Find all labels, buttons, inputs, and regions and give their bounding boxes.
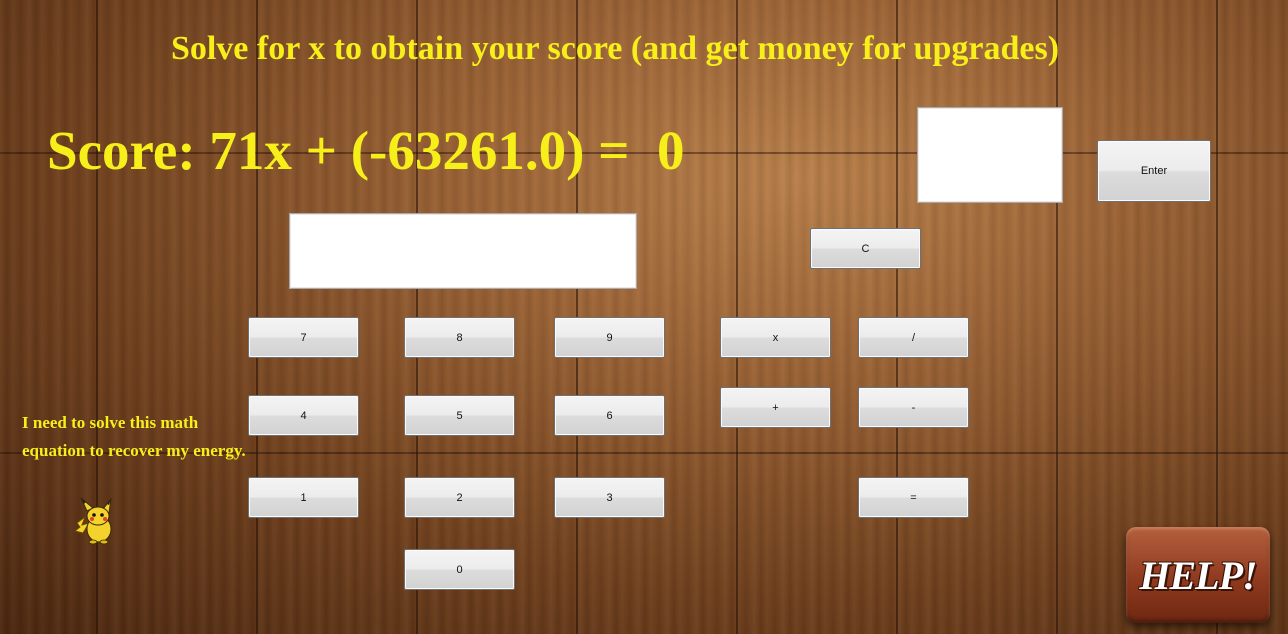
digit-5-button[interactable]: 5 (404, 395, 515, 436)
minus-button[interactable]: - (858, 387, 969, 428)
multiply-button[interactable]: x (720, 317, 831, 358)
digit-4-button[interactable]: 4 (248, 395, 359, 436)
help-label: HELP! (1139, 552, 1257, 598)
equals-button[interactable]: = (858, 477, 969, 518)
digit-8-button[interactable]: 8 (404, 317, 515, 358)
plus-button[interactable]: + (720, 387, 831, 428)
digit-2-button[interactable]: 2 (404, 477, 515, 518)
enter-button[interactable]: Enter (1097, 140, 1211, 202)
digit-1-button[interactable]: 1 (248, 477, 359, 518)
digit-3-button[interactable]: 3 (554, 477, 665, 518)
score-equation: Score: 71x + (-63261.0) = 0 (47, 120, 685, 181)
help-button[interactable]: HELP! (1126, 527, 1270, 623)
pikachu-icon (73, 497, 119, 545)
digit-6-button[interactable]: 6 (554, 395, 665, 436)
hint-text: I need to solve this math equation to re… (22, 413, 246, 460)
answer-input[interactable] (917, 107, 1063, 203)
digit-7-button[interactable]: 7 (248, 317, 359, 358)
digit-9-button[interactable]: 9 (554, 317, 665, 358)
digit-0-button[interactable]: 0 (404, 549, 515, 590)
calculator-display[interactable] (289, 213, 637, 289)
divide-button[interactable]: / (858, 317, 969, 358)
clear-button[interactable]: C (810, 228, 921, 269)
instruction-title: Solve for x to obtain your score (and ge… (170, 30, 1060, 67)
